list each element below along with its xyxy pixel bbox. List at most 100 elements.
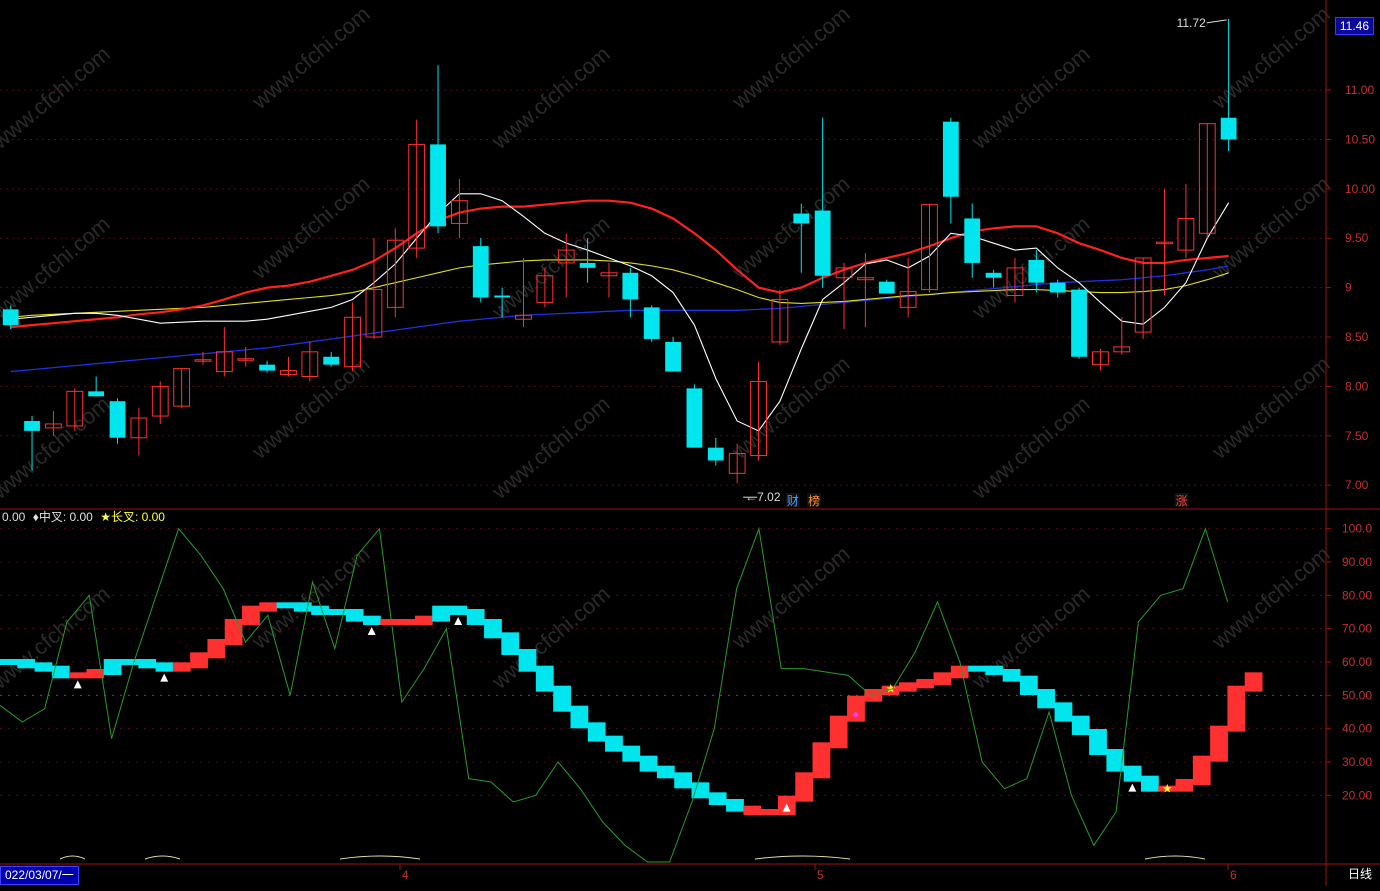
indicator-block [760,809,779,815]
candle-body-down [793,213,810,224]
triangle-mark [160,673,169,682]
indicator-block [276,602,295,609]
price-tick-label: 8.50 [1345,330,1369,344]
watermark-text: www.cfchi.com [726,351,854,464]
indicator-block [311,605,329,615]
indicator-block [190,652,208,669]
indicator-tick-label: 60.00 [1342,655,1372,669]
bottom-blip [754,855,851,860]
indicator-block [587,722,606,742]
indicator-block [414,615,433,625]
chart-stage: www.cfchi.com www.cfchi.com www.cfchi.com w… [0,0,1380,886]
indicator-tick-label: 80.00 [1342,588,1372,602]
watermark-text: www.cfchi.com [486,391,614,504]
indicator-block [985,665,1004,675]
cursor-date-label[interactable]: 022/03/07/一 [0,866,79,885]
bottom-blip [59,855,86,860]
candle-body-down [430,144,446,227]
indicator-block [17,659,36,669]
event-marker-2: 涨 [1176,493,1188,508]
indicator-block [345,609,364,622]
candle-body-down [1028,259,1045,283]
indicator-block [535,665,554,692]
bottom-blip [339,855,421,860]
price-tick-label: 8.00 [1345,379,1369,393]
triangle-mark [454,617,463,625]
indicator-block [69,672,87,679]
indicator-block [656,765,675,779]
indicator-block [138,659,157,669]
triangle-mark [73,680,82,689]
kline-chart[interactable]: www.cfchi.com www.cfchi.com www.cfchi.com w… [0,0,1380,886]
period-label[interactable]: 日线 [1348,866,1372,883]
indicator-block [432,605,450,622]
indicator-block [1140,775,1159,792]
candle-body-down [24,420,40,431]
event-marker-0: 财 [787,494,799,508]
indicator-block [1019,675,1038,695]
candle-body-down [259,364,275,371]
watermark-text: www.cfchi.com [1206,1,1334,114]
candle-body-down [2,309,19,326]
watermark-text: www.cfchi.com [486,41,614,154]
indicator-block [242,605,260,625]
candle-body-down [707,447,724,461]
indicator-block [1175,779,1194,792]
star-mark: ★ [885,682,896,696]
candle-body-down [323,356,340,365]
ma60-line [10,265,1229,373]
indicator-block [1054,702,1073,722]
indicator-block [363,615,381,625]
watermark-text: www.cfchi.com [726,541,854,654]
watermark-text: www.cfchi.com [0,41,115,154]
indicator-block [553,685,571,712]
indicator-tick-label: 90.00 [1342,555,1372,569]
candle-body-down [1220,117,1237,140]
candle-body-down [665,341,681,372]
moving-average-layer [10,193,1230,432]
watermark-text: www.cfchi.com [246,1,374,114]
watermark-text: www.cfchi.com [0,391,115,504]
watermark-text: www.cfchi.com [1206,351,1334,464]
indicator-block [259,602,278,612]
indicator-block [1210,725,1228,762]
indicator-block [812,742,831,779]
indicator-block [0,659,18,665]
indicator-block [605,735,623,752]
candle-body-down [1071,289,1087,357]
watermark-text: www.cfchi.com [1206,541,1334,654]
high-price-arrow [1206,19,1227,24]
indicator-block [743,805,762,815]
indicator-tick-label: 100.0 [1342,522,1372,536]
price-tick-label: 7.00 [1345,478,1369,492]
indicator-block [172,662,191,672]
month-tick-label: 6 [1230,868,1237,882]
indicator-block [1123,765,1142,782]
indicator-block [121,659,139,665]
watermark-text: www.cfchi.com [0,211,115,324]
candle-body-down [1049,282,1066,293]
legend-first-value: 0.00 [2,510,26,524]
indicator-block [1002,669,1021,682]
star-mark: ★ [1162,782,1173,796]
indicator-tick-label: 20.00 [1342,788,1372,802]
indicator-block [570,705,589,729]
indicator-block [1071,715,1090,735]
indicator-tick-label: 30.00 [1342,755,1372,769]
indicator-block [726,799,744,812]
candle-body-down [686,388,703,448]
indicator-tick-label: 50.00 [1342,688,1372,702]
watermark-text: www.cfchi.com [246,541,374,654]
indicator-block [224,619,243,645]
indicator-block [639,755,658,772]
indicator-block [293,602,312,612]
indicator-block [1192,755,1211,785]
indicator-legend: 0.00 ♦中叉: 0.00 ★长叉: 0.00 [2,508,169,525]
low-price-label: ←7.02 [745,490,781,504]
indicator-block [518,649,537,672]
indicator-tick-label: 70.00 [1342,622,1372,636]
indicator-step-layer: ★★ [0,602,1263,815]
price-tick-label: 7.50 [1345,429,1369,443]
candle-body-down [579,262,596,268]
indicator-block [155,662,174,672]
